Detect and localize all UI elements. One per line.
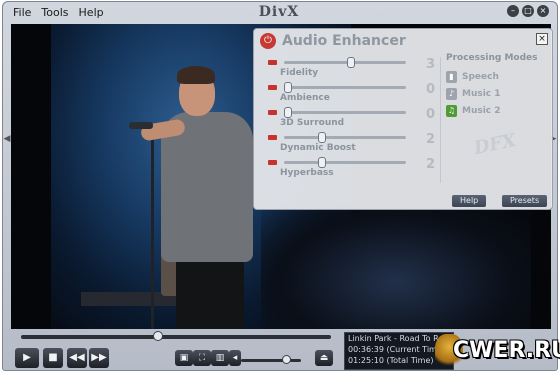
slider-row: Dynamic Boost 2 <box>268 132 438 157</box>
play-button[interactable]: ▶ <box>15 348 39 368</box>
eject-icon[interactable]: ⏏ <box>315 350 333 366</box>
menu-bar: File Tools Help <box>13 6 104 19</box>
mode-label: Speech <box>462 71 499 82</box>
processing-modes-title: Processing Modes <box>446 53 538 63</box>
mic-stand <box>151 124 154 329</box>
left-panel-arrow-icon[interactable]: ◀ <box>3 132 11 146</box>
slider-value: 2 <box>426 132 436 147</box>
singer-hair <box>177 66 215 84</box>
slider-value: 2 <box>426 157 436 172</box>
slider-row: Fidelity 3 <box>268 57 438 82</box>
audio-enhancer-header: ⏻ Audio Enhancer <box>260 33 406 49</box>
slider-knob[interactable] <box>346 57 355 68</box>
stop-button[interactable]: ■ <box>43 348 63 368</box>
slider-knob[interactable] <box>318 132 327 143</box>
dfx-logo: DFX <box>471 129 518 160</box>
speech-icon: ▮ <box>446 70 457 83</box>
volume-slider[interactable] <box>241 355 301 364</box>
slider-indicator <box>268 85 277 90</box>
close-button[interactable]: × <box>537 5 549 17</box>
power-icon[interactable]: ⏻ <box>260 33 276 49</box>
slider-indicator <box>268 135 277 140</box>
mode-label: Music 2 <box>462 105 501 116</box>
slider-knob[interactable] <box>318 157 327 168</box>
fullscreen-icon[interactable]: ⛶ <box>193 350 211 366</box>
slider-label: Hyperbass <box>280 168 334 178</box>
window-mode-icon[interactable]: ▣ <box>175 350 193 366</box>
slider-value: 0 <box>426 107 436 122</box>
slider-value: 0 <box>426 82 436 97</box>
slider-row: Ambience 0 <box>268 82 438 107</box>
slider-indicator <box>268 60 277 65</box>
seek-handle[interactable] <box>153 331 163 341</box>
equalizer-icon[interactable]: ▥ <box>211 350 229 366</box>
slider-track[interactable] <box>284 132 406 143</box>
volume-handle[interactable] <box>281 355 291 364</box>
microphone <box>129 122 153 129</box>
music-note-icon: ♫ <box>446 104 457 117</box>
minimize-button[interactable]: – <box>507 5 519 17</box>
seek-bar[interactable] <box>21 331 331 341</box>
mode-music-1[interactable]: ♪ Music 1 <box>446 85 550 102</box>
watermark: CWER.RU <box>453 338 560 363</box>
slider-track[interactable] <box>284 57 406 68</box>
mode-speech[interactable]: ▮ Speech <box>446 68 550 85</box>
presets-button[interactable]: Presets <box>502 195 548 207</box>
slider-label: Fidelity <box>280 68 319 78</box>
menu-tools[interactable]: Tools <box>41 6 68 19</box>
music-note-icon: ♪ <box>446 87 457 100</box>
close-icon[interactable]: × <box>536 33 548 45</box>
panel-divider <box>440 57 441 183</box>
maximize-button[interactable]: □ <box>522 5 534 17</box>
app-logo: DivX <box>258 4 300 20</box>
speaker-icon[interactable]: ◂ <box>229 350 241 366</box>
slider-row: 3D Surround 0 <box>268 107 438 132</box>
slider-knob[interactable] <box>284 107 292 118</box>
menu-file[interactable]: File <box>13 6 31 19</box>
slider-indicator <box>268 160 277 165</box>
slider-label: Ambience <box>280 93 330 103</box>
mode-label: Music 1 <box>462 88 501 99</box>
player-window: File Tools Help DivX – □ × ◀ ▶ ⏻ Audio E… <box>2 1 560 371</box>
singer-legs <box>176 254 244 329</box>
slider-label: Dynamic Boost <box>280 143 356 153</box>
window-controls: – □ × <box>507 5 549 17</box>
slider-track[interactable] <box>284 157 406 168</box>
slider-knob[interactable] <box>284 82 292 93</box>
audio-enhancer-title: Audio Enhancer <box>282 33 406 49</box>
audio-enhancer-panel: ⏻ Audio Enhancer × Fidelity 3 Ambience 0… <box>253 28 553 210</box>
mode-music-2[interactable]: ♫ Music 2 <box>446 102 550 119</box>
processing-modes: Processing Modes ▮ Speech ♪ Music 1 ♫ Mu… <box>446 53 550 119</box>
enhancer-sliders: Fidelity 3 Ambience 0 3D Surround 0 Dyna… <box>268 57 438 182</box>
menu-help[interactable]: Help <box>79 6 104 19</box>
help-button[interactable]: Help <box>452 195 487 207</box>
background-glow <box>261 204 531 329</box>
slider-indicator <box>268 110 277 115</box>
fast-forward-button[interactable]: ▶▶ <box>89 348 109 368</box>
slider-value: 3 <box>426 57 436 72</box>
slider-track[interactable] <box>284 107 406 118</box>
rewind-button[interactable]: ◀◀ <box>67 348 87 368</box>
title-bar: File Tools Help DivX – □ × <box>3 2 557 22</box>
slider-label: 3D Surround <box>280 118 345 128</box>
slider-row: Hyperbass 2 <box>268 157 438 182</box>
slider-track[interactable] <box>284 82 406 93</box>
